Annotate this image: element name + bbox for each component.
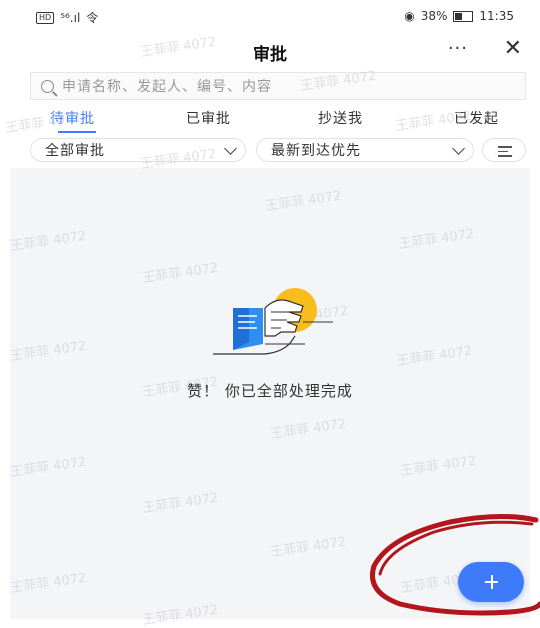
status-bar: HD ⁵⁶.ıl 令 ◉ 38% 11:35: [0, 0, 540, 34]
tab-initiated[interactable]: 已发起: [454, 108, 499, 128]
scope-dropdown-label: 全部审批: [45, 143, 105, 159]
battery-icon: [453, 10, 474, 22]
tab-cc-me[interactable]: 抄送我: [318, 108, 363, 128]
search-placeholder: 申请名称、发起人、编号、内容: [62, 79, 272, 95]
nav-bar: 审批 ··· ✕: [0, 34, 540, 68]
battery-percent: 38%: [420, 9, 448, 23]
scope-dropdown[interactable]: 全部审批: [30, 138, 246, 162]
search-input[interactable]: 申请名称、发起人、编号、内容: [30, 72, 526, 100]
sort-dropdown[interactable]: 最新到达优先: [256, 138, 474, 162]
chevron-down-icon: [224, 142, 237, 155]
filter-lines-icon: [498, 146, 512, 157]
status-right: ◉ 38% 11:35: [404, 9, 514, 23]
filter-row: 全部审批 最新到达优先: [0, 138, 540, 164]
hd-badge: HD: [36, 11, 55, 24]
empty-state-message: 赞！ 你已全部处理完成: [187, 382, 353, 400]
thumbs-up-illustration: [213, 288, 333, 355]
filter-button[interactable]: [482, 138, 526, 162]
search-icon: [41, 79, 54, 93]
sort-dropdown-label: 最新到达优先: [271, 143, 361, 159]
status-left: HD ⁵⁶.ıl 令: [36, 9, 98, 26]
active-tab-indicator: [58, 131, 96, 133]
more-button[interactable]: ···: [448, 38, 468, 59]
tab-approved[interactable]: 已审批: [186, 108, 231, 128]
eye-icon: ◉: [404, 9, 415, 23]
add-approval-button[interactable]: [458, 562, 524, 602]
signal-icon: ⁵⁶.ıl: [60, 10, 81, 25]
wifi-icon: 令: [86, 11, 99, 25]
chevron-down-icon: [452, 142, 465, 155]
clock: 11:35: [479, 9, 514, 23]
tab-pending[interactable]: 待审批: [50, 108, 95, 128]
close-button[interactable]: ✕: [504, 36, 522, 61]
tab-bar: 待审批 已审批 抄送我 已发起: [0, 104, 540, 134]
